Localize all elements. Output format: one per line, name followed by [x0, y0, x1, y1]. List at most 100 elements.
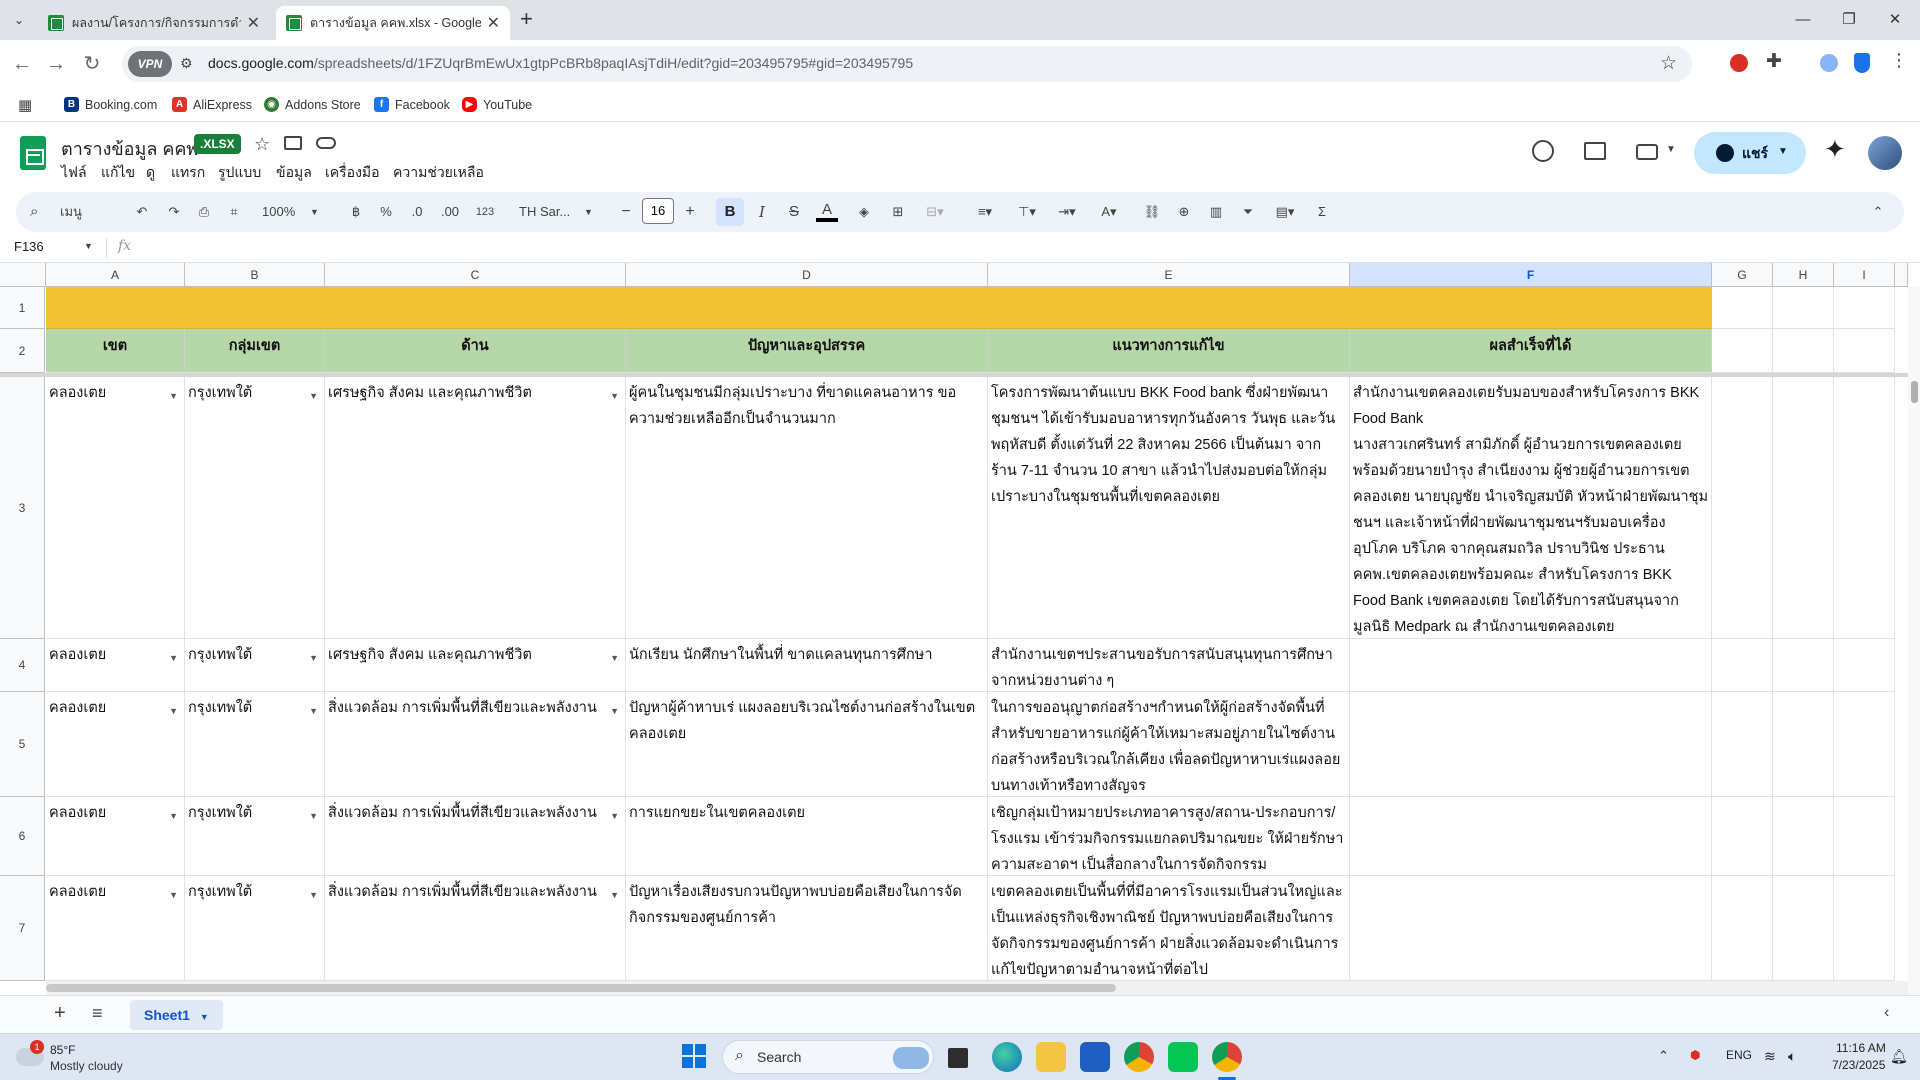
chrome-active-icon[interactable]: [1212, 1042, 1242, 1072]
volume-icon[interactable]: 🔈︎: [1788, 1048, 1796, 1065]
percent-format-button[interactable]: %: [378, 200, 394, 224]
back-icon[interactable]: ←: [8, 50, 36, 78]
strikethrough-button[interactable]: S: [786, 200, 802, 224]
sheet-tab-sheet1[interactable]: Sheet1 ▼: [130, 1000, 223, 1030]
insert-link-icon[interactable]: ⛓: [1142, 200, 1162, 224]
dropdown-chip-icon[interactable]: ▼: [309, 645, 318, 671]
zoom-select[interactable]: 100%: [262, 200, 295, 224]
close-tab-icon[interactable]: ✕: [247, 13, 260, 33]
explore-collapse-icon[interactable]: ‹: [1884, 1004, 1889, 1022]
borders-icon[interactable]: ⊞: [888, 200, 908, 224]
clock-time[interactable]: 11:16 AM: [1836, 1041, 1886, 1055]
edge-icon[interactable]: [992, 1042, 1022, 1072]
browser-tab-results[interactable]: ผลงาน/โครงการ/กิจกรรมการดำเนิน... ✕: [38, 6, 270, 40]
cell-h5[interactable]: [1773, 692, 1834, 797]
cell-i5[interactable]: [1834, 692, 1895, 797]
select-all-corner[interactable]: [0, 263, 46, 287]
omnibox[interactable]: VPN ⚙ docs.google.com/spreadsheets/d/1FZ…: [122, 46, 1692, 82]
cell-c7[interactable]: สิ่งแวดล้อม การเพิ่มพื้นที่สีเขียวและพลั…: [325, 876, 626, 981]
minimize-icon[interactable]: —: [1780, 0, 1826, 40]
row-header-1[interactable]: 1: [0, 287, 45, 329]
browser-tab-active[interactable]: ตารางข้อมูล คคพ.xlsx - Google ชีต ✕: [276, 6, 510, 40]
decrease-decimal-button[interactable]: .0: [406, 200, 428, 224]
notification-bell-icon[interactable]: 🔔︎: [1890, 1048, 1908, 1065]
zoom-dropdown-icon[interactable]: ▼: [310, 200, 319, 224]
font-size-input[interactable]: 16: [642, 198, 674, 224]
tray-security-icon[interactable]: ⬢: [1690, 1048, 1700, 1062]
cell-f4[interactable]: [1350, 639, 1712, 692]
font-size-increase-icon[interactable]: +: [682, 200, 698, 224]
input-language[interactable]: ENG: [1726, 1048, 1752, 1062]
bold-button[interactable]: B: [716, 198, 744, 226]
gemini-sparkle-icon[interactable]: ✦: [1824, 134, 1846, 165]
menu-file[interactable]: ไฟล์: [61, 162, 87, 184]
cell-i4[interactable]: [1834, 639, 1895, 692]
bookmark-addons[interactable]: ◉ Addons Store: [264, 97, 361, 112]
dropdown-chip-icon[interactable]: ▼: [610, 698, 619, 724]
collapse-menus-icon[interactable]: ⌃: [1868, 200, 1888, 224]
menu-view[interactable]: ดู: [146, 162, 155, 184]
column-header-e[interactable]: E: [988, 263, 1350, 287]
cell-f6[interactable]: [1350, 797, 1712, 876]
all-sheets-icon[interactable]: ≡: [92, 1003, 103, 1024]
forward-icon[interactable]: →: [42, 50, 70, 78]
cell-e6[interactable]: เชิญกลุ่มเป้าหมายประเภทอาคารสูง/สถาน-ประ…: [988, 797, 1350, 876]
cell-d6[interactable]: การแยกขยะในเขตคลองเตย: [626, 797, 988, 876]
bookmark-youtube[interactable]: ▶ YouTube: [462, 97, 532, 112]
header-cell-solutions[interactable]: แนวทางการแก้ไข: [988, 329, 1350, 373]
wifi-icon[interactable]: ≋: [1764, 1048, 1776, 1065]
cell-d3[interactable]: ผู้คนในชุมชนมีกลุ่มเปราะบาง ที่ขาดแคลนอา…: [626, 377, 988, 639]
column-header-g[interactable]: G: [1712, 263, 1773, 287]
cell-d7[interactable]: ปัญหาเรื่องเสียงรบกวนปัญหาพบบ่อยคือเสียง…: [626, 876, 988, 981]
dropdown-chip-icon[interactable]: ▼: [169, 882, 178, 908]
dropdown-chip-icon[interactable]: ▼: [309, 698, 318, 724]
row-header-5[interactable]: 5: [0, 692, 45, 797]
cell-i1[interactable]: [1834, 287, 1895, 329]
sheets-logo-icon[interactable]: [20, 136, 46, 170]
apps-grid-icon[interactable]: ▦: [18, 96, 32, 114]
cell-i6[interactable]: [1834, 797, 1895, 876]
cell-c5[interactable]: สิ่งแวดล้อม การเพิ่มพื้นที่สีเขียวและพลั…: [325, 692, 626, 797]
cell-h7[interactable]: [1773, 876, 1834, 981]
cell-g6[interactable]: [1712, 797, 1773, 876]
cell-d5[interactable]: ปัญหาผู้ค้าหาบเร่ แผงลอยบริเวณไซต์งานก่อ…: [626, 692, 988, 797]
cell-c4[interactable]: เศรษฐกิจ สังคม และคุณภาพชีวิต ▼: [325, 639, 626, 692]
close-window-icon[interactable]: ✕: [1872, 0, 1918, 40]
cell-a4[interactable]: คลองเตย ▼: [46, 639, 185, 692]
dropdown-chip-icon[interactable]: ▼: [309, 383, 318, 409]
vertical-align-icon[interactable]: ⊤▾: [1012, 200, 1042, 224]
dropdown-chip-icon[interactable]: ▼: [610, 882, 619, 908]
filter-views-icon[interactable]: ▤▾: [1268, 200, 1302, 224]
taskbar-search-box[interactable]: ⌕ Search: [722, 1040, 934, 1074]
column-header-h[interactable]: H: [1773, 263, 1834, 287]
cell-h3[interactable]: [1773, 377, 1834, 639]
tray-overflow-icon[interactable]: ⌃: [1658, 1048, 1669, 1064]
name-box-dropdown-icon[interactable]: ▼: [84, 241, 93, 251]
insert-comment-icon[interactable]: ⊕: [1174, 200, 1194, 224]
add-sheet-icon[interactable]: +: [54, 1002, 66, 1025]
menu-data[interactable]: ข้อมูล: [276, 162, 312, 184]
line-app-icon[interactable]: [1168, 1042, 1198, 1072]
merge-cells-icon[interactable]: ⊟▾: [920, 200, 950, 224]
weather-widget[interactable]: 1 85°F Mostly cloudy: [16, 1040, 136, 1076]
menu-format[interactable]: รูปแบบ: [218, 162, 261, 184]
comments-icon[interactable]: [1584, 142, 1606, 160]
column-header-c[interactable]: C: [325, 263, 626, 287]
cell-b5[interactable]: กรุงเทพใต้ ▼: [185, 692, 325, 797]
row-header-3[interactable]: 3: [0, 377, 45, 639]
sheet-tab-dropdown-icon[interactable]: ▼: [200, 1012, 209, 1022]
header-cell-problems[interactable]: ปัญหาและอุปสรรค: [626, 329, 988, 373]
row-header-2[interactable]: 2: [0, 329, 45, 373]
fill-color-icon[interactable]: ◈: [854, 200, 874, 224]
profile-icon[interactable]: [1820, 54, 1838, 72]
cell-h6[interactable]: [1773, 797, 1834, 876]
cell-b6[interactable]: กรุงเทพใต้ ▼: [185, 797, 325, 876]
task-view-icon[interactable]: [948, 1048, 968, 1068]
text-rotation-icon[interactable]: A▾: [1094, 200, 1124, 224]
number-format-button[interactable]: 123: [472, 200, 498, 224]
vertical-scrollbar[interactable]: [1908, 287, 1920, 995]
cell-i2[interactable]: [1834, 329, 1895, 373]
security-shield-icon[interactable]: [1854, 53, 1870, 73]
share-dropdown-icon[interactable]: ▼: [1778, 146, 1788, 157]
column-header-i[interactable]: I: [1834, 263, 1895, 287]
